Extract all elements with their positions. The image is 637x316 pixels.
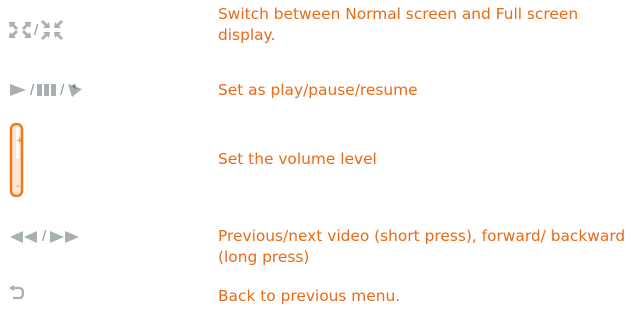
icon-separator: / — [30, 81, 35, 99]
icon-separator: / — [60, 81, 65, 99]
icon-separator: / — [34, 21, 39, 39]
row-description: Previous/next video (short press), forwa… — [218, 227, 626, 266]
row-description: Back to previous menu. — [218, 287, 401, 305]
fast-forward-icon — [48, 229, 82, 245]
icon-separator: / — [42, 228, 47, 245]
pause-icon — [36, 82, 58, 98]
resume-icon — [66, 81, 84, 99]
expand-screen-icon — [40, 20, 64, 40]
rewind-icon — [8, 229, 40, 245]
row-icons: + - — [8, 123, 28, 197]
back-icon — [8, 285, 26, 301]
row-description: Switch between Normal screen and Full sc… — [218, 5, 579, 44]
row-icons — [8, 285, 26, 301]
svg-text:-: - — [16, 181, 20, 192]
play-icon — [8, 82, 28, 98]
shrink-screen-icon — [8, 20, 32, 40]
svg-text:+: + — [16, 136, 24, 146]
row-icons: / — [8, 20, 64, 40]
row-description: Set as play/pause/resume — [218, 81, 418, 99]
row-description: Set the volume level — [218, 150, 377, 168]
row-icons: / — [8, 228, 82, 245]
volume-slider-icon: + - — [8, 123, 28, 197]
row-icons: / / — [8, 81, 84, 99]
